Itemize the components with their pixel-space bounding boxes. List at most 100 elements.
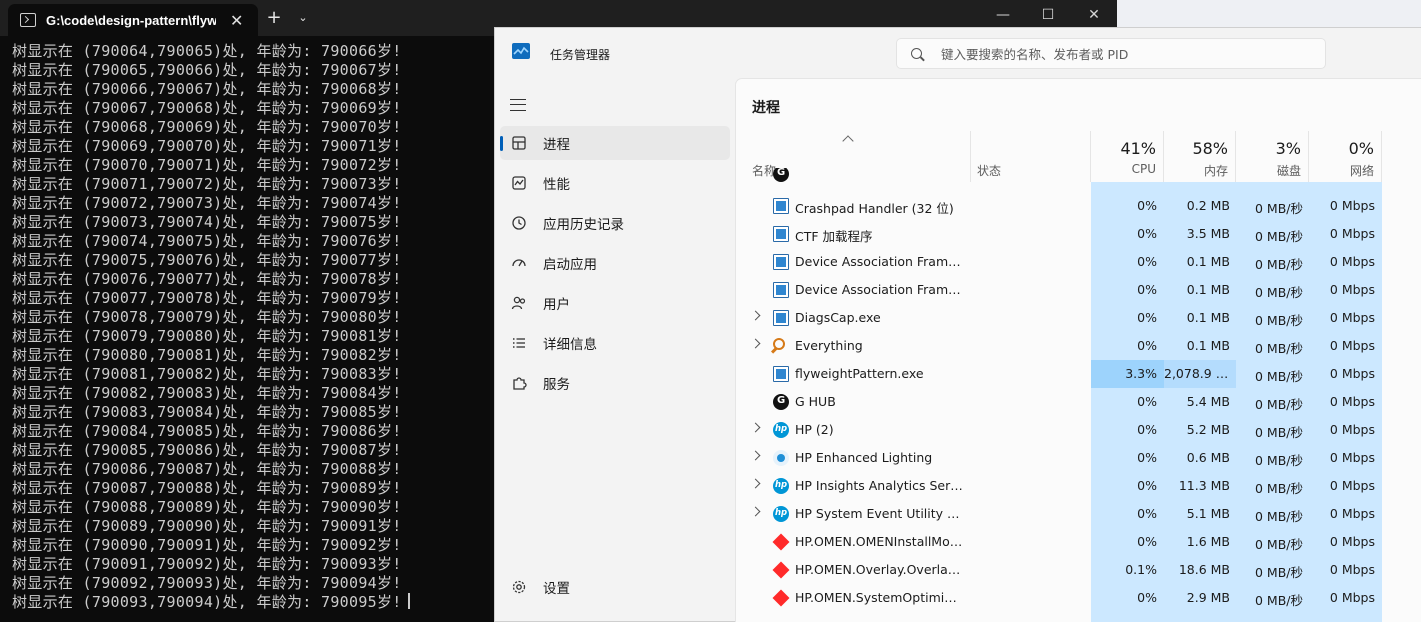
terminal-line-text: 树显示在 (790085,790086)处, 年龄为: 790087岁! <box>12 441 402 459</box>
nav-label: 应用历史记录 <box>543 217 624 233</box>
close-tab-icon[interactable]: ✕ <box>230 11 243 30</box>
terminal-line: 树显示在 (790075,790076)处, 年龄为: 790077岁! <box>12 251 410 270</box>
table-row[interactable]: HP.OMEN.Overlay.OverlayHost 0.1% 18.6 MB 0 … <box>736 556 1421 584</box>
network-value: 0 Mbps <box>1329 366 1375 381</box>
disk-value: 0 MB/秒 <box>1255 481 1303 496</box>
table-row[interactable]: HP.OMEN.OMENInstallMonitor 0% 1.6 MB 0 MB/秒… <box>736 528 1421 556</box>
memory-total: 58% <box>1192 139 1228 158</box>
chevron-right-icon[interactable] <box>750 310 761 321</box>
disk-value: 0 MB/秒 <box>1255 593 1303 608</box>
memory-value: 1.6 MB <box>1186 534 1230 549</box>
cpu-value: 0% <box>1137 338 1157 353</box>
terminal-line-text: 树显示在 (790093,790094)处, 年龄为: 790095岁! <box>12 593 402 611</box>
table-row[interactable]: Everything 0% 0.1 MB 0 MB/秒 0 Mbps <box>736 332 1421 360</box>
nav-item-services[interactable]: 服务 <box>500 366 730 400</box>
terminal-line-text: 树显示在 (790077,790078)处, 年龄为: 790079岁! <box>12 289 402 307</box>
network-total: 0% <box>1348 139 1374 158</box>
terminal-line-text: 树显示在 (790072,790073)处, 年龄为: 790074岁! <box>12 194 402 212</box>
chevron-right-icon[interactable] <box>750 338 761 349</box>
network-value: 0 Mbps <box>1329 478 1375 493</box>
everything-icon <box>773 338 785 350</box>
terminal-line: 树显示在 (790070,790071)处, 年龄为: 790072岁! <box>12 156 410 175</box>
disk-value: 0 MB/秒 <box>1255 397 1303 412</box>
disk-value: 0 MB/秒 <box>1255 425 1303 440</box>
terminal-line: 树显示在 (790089,790090)处, 年龄为: 790091岁! <box>12 517 410 536</box>
omen-icon <box>772 561 790 579</box>
nav-item-settings[interactable]: 设置 <box>500 570 730 604</box>
table-row[interactable]: HP.OMEN.SystemOptimizer 0% 2.9 MB 0 MB/秒 0 M… <box>736 584 1421 612</box>
chevron-right-icon[interactable] <box>750 506 761 517</box>
process-name: Device Association Framework Provider Ho… <box>795 282 963 297</box>
table-row[interactable]: CTF 加载程序 0% 3.5 MB 0 MB/秒 0 Mbps <box>736 220 1421 248</box>
network-value: 0 Mbps <box>1329 450 1375 465</box>
task-manager-window[interactable]: 任务管理器 进程性能应用历史记录启动应用用户详细信息服务 设置 进程 名称 状态… <box>494 27 1421 622</box>
disk-value: 0 MB/秒 <box>1255 341 1303 356</box>
search-box[interactable] <box>896 38 1326 69</box>
chevron-right-icon[interactable] <box>750 478 761 489</box>
table-row-partial[interactable] <box>736 168 1421 182</box>
terminal-line: 树显示在 (790066,790067)处, 年龄为: 790068岁! <box>12 80 410 99</box>
terminal-line: 树显示在 (790083,790084)处, 年龄为: 790085岁! <box>12 403 410 422</box>
table-row[interactable]: HP Insights Analytics Service 0% 11.3 MB 0 … <box>736 472 1421 500</box>
disk-value: 0 MB/秒 <box>1255 285 1303 300</box>
terminal-line-text: 树显示在 (790064,790065)处, 年龄为: 790066岁! <box>12 42 402 60</box>
chevron-down-icon[interactable]: ⌄ <box>293 8 313 28</box>
details-icon <box>513 338 525 348</box>
table-row[interactable]: Device Association Framework Provider Ho… <box>736 248 1421 276</box>
terminal-line: 树显示在 (790071,790072)处, 年龄为: 790073岁! <box>12 175 410 194</box>
terminal-line-text: 树显示在 (790086,790087)处, 年龄为: 790088岁! <box>12 460 402 478</box>
disk-value: 0 MB/秒 <box>1255 537 1303 552</box>
terminal-tab[interactable]: G:\code\design-pattern\flywei ✕ <box>8 4 258 36</box>
table-row[interactable]: HP System Event Utility (2) 0% 5.1 MB 0 MB/… <box>736 500 1421 528</box>
memory-value: 0.2 MB <box>1186 198 1230 213</box>
terminal-line: 树显示在 (790090,790091)处, 年龄为: 790092岁! <box>12 536 410 555</box>
app-history-icon <box>512 216 526 230</box>
nav-item-startup-apps[interactable]: 启动应用 <box>500 246 730 280</box>
terminal-line-text: 树显示在 (790066,790067)处, 年龄为: 790068岁! <box>12 80 402 98</box>
new-tab-button[interactable]: + <box>263 8 285 28</box>
network-value: 0 Mbps <box>1329 198 1375 213</box>
disk-value: 0 MB/秒 <box>1255 229 1303 244</box>
cpu-total: 41% <box>1120 139 1156 158</box>
nav-label: 详细信息 <box>543 337 597 353</box>
terminal-line-text: 树显示在 (790083,790084)处, 年龄为: 790085岁! <box>12 403 402 421</box>
processes-icon <box>512 136 526 150</box>
terminal-line: 树显示在 (790086,790087)处, 年龄为: 790088岁! <box>12 460 410 479</box>
nav-item-performance[interactable]: 性能 <box>500 166 730 200</box>
table-row[interactable]: HP Enhanced Lighting 0% 0.6 MB 0 MB/秒 0 Mbps <box>736 444 1421 472</box>
menu-icon[interactable] <box>510 99 526 111</box>
chevron-right-icon[interactable] <box>750 450 761 461</box>
terminal-output[interactable]: 树显示在 (790064,790065)处, 年龄为: 790066岁! 树显示在… <box>12 42 410 612</box>
nav-item-users[interactable]: 用户 <box>500 286 730 320</box>
terminal-line: 树显示在 (790080,790081)处, 年龄为: 790082岁! <box>12 346 410 365</box>
cpu-value: 0% <box>1137 534 1157 549</box>
terminal-icon <box>20 13 36 27</box>
table-row[interactable]: G HUB 0% 5.4 MB 0 MB/秒 0 Mbps <box>736 388 1421 416</box>
process-name: DiagsCap.exe <box>795 310 881 325</box>
terminal-line-text: 树显示在 (790089,790090)处, 年龄为: 790091岁! <box>12 517 402 535</box>
table-row[interactable]: HP (2) 0% 5.2 MB 0 MB/秒 0 Mbps <box>736 416 1421 444</box>
sort-ascending-icon <box>842 135 854 147</box>
nav-item-app-history[interactable]: 应用历史记录 <box>500 206 730 240</box>
terminal-line-text: 树显示在 (790082,790083)处, 年龄为: 790084岁! <box>12 384 402 402</box>
network-value: 0 Mbps <box>1329 226 1375 241</box>
search-input[interactable] <box>941 45 1311 63</box>
process-name: HP Enhanced Lighting <box>795 450 933 465</box>
network-value: 0 Mbps <box>1329 534 1375 549</box>
nav-label: 启动应用 <box>543 257 597 273</box>
startup-apps-icon <box>512 259 526 267</box>
table-row[interactable]: flyweightPattern.exe 3.3% 2,078.9 MB 0 MB/秒… <box>736 360 1421 388</box>
nav-item-processes[interactable]: 进程 <box>500 126 730 160</box>
table-row[interactable]: Device Association Framework Provider Ho… <box>736 276 1421 304</box>
memory-value: 0.6 MB <box>1186 450 1230 465</box>
terminal-line-text: 树显示在 (790075,790076)处, 年龄为: 790077岁! <box>12 251 402 269</box>
table-row[interactable]: Crashpad Handler (32 位) 0% 0.2 MB 0 MB/秒 0 M… <box>736 192 1421 220</box>
app-icon <box>773 168 789 182</box>
chevron-right-icon[interactable] <box>750 422 761 433</box>
memory-value: 0.1 MB <box>1186 310 1230 325</box>
nav-item-details[interactable]: 详细信息 <box>500 326 730 360</box>
app-window-icon <box>773 226 789 242</box>
table-row[interactable]: DiagsCap.exe 0% 0.1 MB 0 MB/秒 0 Mbps <box>736 304 1421 332</box>
process-name: HP.OMEN.Overlay.OverlayHost <box>795 562 963 577</box>
memory-value: 5.1 MB <box>1186 506 1230 521</box>
